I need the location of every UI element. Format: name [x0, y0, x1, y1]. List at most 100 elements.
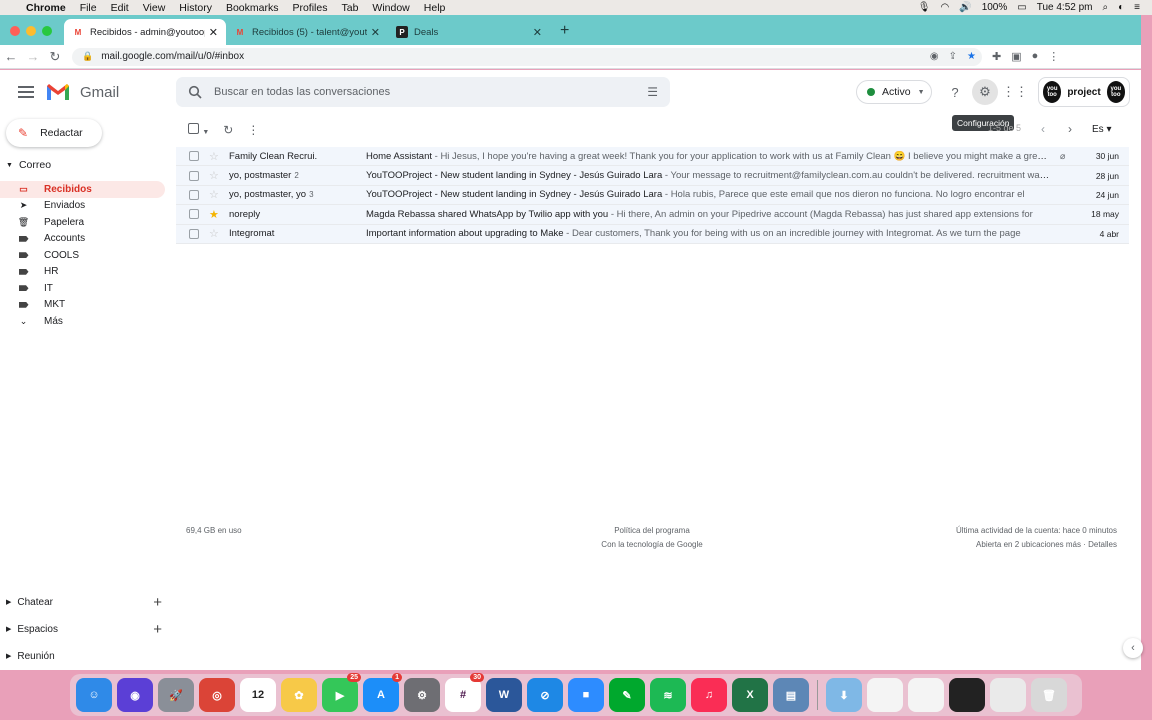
- main-menu-icon[interactable]: [18, 86, 34, 98]
- battery-percent[interactable]: 100%: [982, 2, 1008, 13]
- refresh-icon[interactable]: ↻: [223, 123, 233, 137]
- sidebar-item-accounts[interactable]: Accounts: [0, 231, 165, 248]
- row-checkbox[interactable]: [189, 151, 199, 162]
- email-row[interactable]: ☆ yo, postmaster 2 YouTOOProject - New st…: [176, 166, 1129, 186]
- sidebar-item-it[interactable]: IT: [0, 280, 165, 297]
- star-icon[interactable]: ☆: [209, 169, 221, 182]
- menu-profiles[interactable]: Profiles: [292, 2, 327, 14]
- chrome-icon[interactable]: ◎: [199, 678, 235, 712]
- zoom-icon[interactable]: ■: [568, 678, 604, 712]
- star-icon[interactable]: ☆: [209, 227, 221, 240]
- menu-list-icon[interactable]: ≡: [1134, 2, 1140, 13]
- profile-icon[interactable]: ●: [1032, 50, 1039, 63]
- row-checkbox[interactable]: [189, 170, 199, 181]
- email-row[interactable]: ☆ Family Clean Recrui. Home Assistant - …: [176, 147, 1129, 167]
- minimize-window-button[interactable]: [26, 26, 36, 36]
- forward-icon[interactable]: →: [22, 49, 44, 64]
- sidebar-item-mkt[interactable]: MKT: [0, 297, 165, 314]
- url-input[interactable]: 🔒 mail.google.com/mail/u/0/#inbox ◉ ⇪ ★: [72, 47, 982, 66]
- sidebar-item-enviados[interactable]: ➤ Enviados: [0, 198, 165, 215]
- menu-chrome[interactable]: Chrome: [26, 2, 66, 14]
- menu-file[interactable]: File: [80, 2, 97, 14]
- spaces-section[interactable]: ▶ Espacios +: [0, 619, 170, 639]
- browser-tab[interactable]: M Recibidos - admin@youtooproj ✕: [64, 19, 226, 45]
- menu-help[interactable]: Help: [424, 2, 446, 14]
- back-icon[interactable]: ←: [0, 49, 22, 64]
- account-switcher[interactable]: you too project you too: [1038, 77, 1130, 107]
- row-checkbox[interactable]: [189, 209, 199, 220]
- sidepanel-icon[interactable]: ▣: [1011, 50, 1021, 63]
- sidebar-item-recibidos[interactable]: ▭ Recibidos: [0, 181, 165, 198]
- menu-history[interactable]: History: [179, 2, 212, 14]
- menu-window[interactable]: Window: [372, 2, 409, 14]
- help-icon[interactable]: ?: [946, 83, 964, 101]
- policy-link[interactable]: Política del programa: [560, 524, 744, 538]
- launchpad-icon[interactable]: 🚀: [158, 678, 194, 712]
- mic-icon[interactable]: 🎙: [918, 2, 931, 13]
- lock-icon[interactable]: 🔒: [82, 51, 93, 62]
- input-language-toggle[interactable]: Es ▾: [1092, 124, 1111, 135]
- select-all-checkbox[interactable]: ▼: [188, 123, 209, 137]
- trash-icon[interactable]: 🗑: [1031, 678, 1067, 712]
- battery-icon[interactable]: ▭: [1017, 2, 1026, 13]
- email-row[interactable]: ☆ yo, postmaster, yo 3 YouTOOProject - Ne…: [176, 185, 1129, 206]
- facetime-icon[interactable]: ▶ 25: [322, 673, 361, 712]
- excel-icon[interactable]: X: [732, 678, 768, 712]
- volume-icon[interactable]: 🔊: [959, 2, 971, 13]
- gear-icon[interactable]: ⚙: [972, 79, 998, 105]
- screen-thumbnail[interactable]: [949, 678, 985, 712]
- close-tab-icon[interactable]: ✕: [209, 26, 218, 39]
- close-tab-icon[interactable]: ✕: [533, 26, 542, 39]
- control-center-icon[interactable]: ◐: [1118, 2, 1124, 13]
- clock[interactable]: Tue 4:52 pm: [1037, 2, 1093, 13]
- search-icon[interactable]: [188, 85, 202, 99]
- zoom-window-button[interactable]: [42, 26, 52, 36]
- row-checkbox[interactable]: [189, 228, 199, 239]
- share-icon[interactable]: ⇪: [949, 51, 957, 62]
- window-thumbnail[interactable]: [990, 678, 1026, 712]
- kebab-menu-icon[interactable]: ⋮: [1048, 50, 1059, 63]
- avatar[interactable]: you too: [1106, 81, 1125, 103]
- sidebar-item-hr[interactable]: HR: [0, 264, 165, 281]
- evernote-icon[interactable]: ✎: [609, 678, 645, 712]
- spotify-icon[interactable]: ≋: [650, 678, 686, 712]
- document-thumbnail[interactable]: [908, 678, 944, 712]
- mail-section-toggle[interactable]: ▼ Correo: [6, 159, 51, 171]
- menu-tab[interactable]: Tab: [341, 2, 358, 14]
- extensions-icon[interactable]: ✚: [992, 50, 1001, 63]
- close-window-button[interactable]: [10, 26, 20, 36]
- close-tab-icon[interactable]: ✕: [371, 26, 380, 39]
- add-space-icon[interactable]: +: [153, 621, 162, 638]
- apps-grid-icon[interactable]: ⋮⋮: [1002, 83, 1028, 101]
- status-dropdown[interactable]: Activo ▼: [856, 80, 932, 104]
- finder-icon[interactable]: ☺: [76, 678, 112, 712]
- browser-tab[interactable]: P Deals ✕: [388, 19, 550, 45]
- reload-icon[interactable]: ↻: [44, 49, 66, 65]
- app-store-icon[interactable]: A1: [363, 673, 402, 712]
- chevron-left-icon[interactable]: ‹: [1041, 122, 1045, 136]
- gmail-logo[interactable]: Gmail: [46, 83, 119, 101]
- calendar-icon[interactable]: 12: [240, 678, 276, 712]
- side-panel-toggle-icon[interactable]: ‹: [1123, 638, 1143, 658]
- wifi-icon[interactable]: ◠: [941, 2, 950, 13]
- sidebar-item-cools[interactable]: COOLS: [0, 247, 165, 264]
- email-row[interactable]: ☆ Integromat Important information about…: [176, 224, 1129, 244]
- itunes-icon[interactable]: ♫: [691, 678, 727, 712]
- preview-icon[interactable]: ▤: [773, 678, 809, 712]
- sidebar-item-mas[interactable]: ⌄ Más: [0, 313, 165, 330]
- email-row[interactable]: ★ noreply Magda Rebassa shared WhatsApp …: [176, 205, 1129, 225]
- spotlight-icon[interactable]: ⌕: [1103, 2, 1109, 13]
- caret-down-icon[interactable]: ▼: [202, 129, 209, 136]
- star-icon[interactable]: ★: [209, 208, 221, 221]
- bookmark-star-icon[interactable]: ★: [967, 51, 976, 62]
- meet-section[interactable]: ▶ Reunión: [0, 646, 170, 666]
- photos-icon[interactable]: ✿: [281, 678, 317, 712]
- sidebar-item-papelera[interactable]: 🗑 Papelera: [0, 214, 165, 231]
- menu-view[interactable]: View: [143, 2, 166, 14]
- eye-icon[interactable]: ◉: [930, 51, 939, 62]
- details-link[interactable]: Abierta en 2 ubicaciones más · Detalles: [956, 538, 1117, 552]
- word-icon[interactable]: W: [486, 678, 522, 712]
- row-checkbox[interactable]: [189, 189, 199, 200]
- document-thumbnail[interactable]: [867, 678, 903, 712]
- new-tab-icon[interactable]: +: [560, 22, 569, 40]
